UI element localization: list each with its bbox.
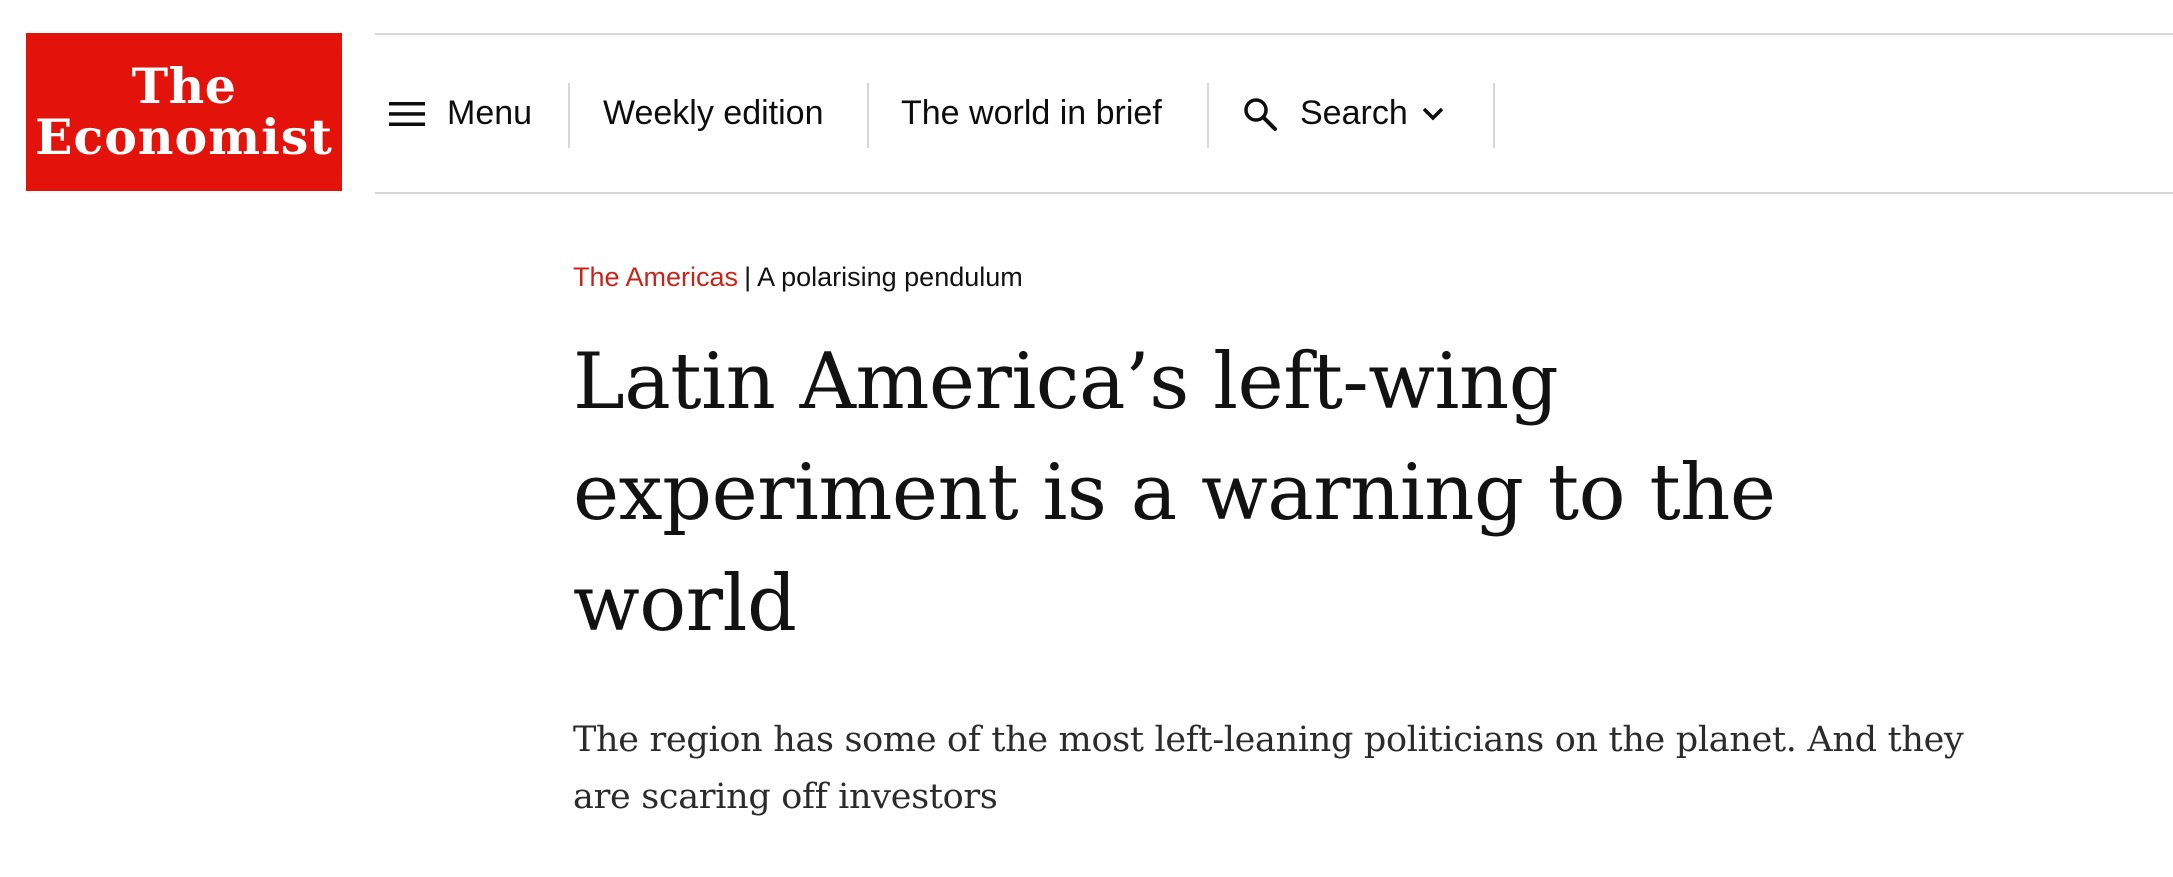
menu-button[interactable]: Menu — [389, 35, 532, 192]
logo-line-economist: Economist — [35, 108, 333, 166]
kicker-separator: | — [744, 262, 752, 292]
nav-divider — [867, 83, 869, 148]
chevron-down-icon — [1422, 107, 1443, 120]
top-navigation: Menu Weekly edition The world in brief S… — [375, 33, 2173, 194]
world-in-brief-link[interactable]: The world in brief — [901, 35, 1162, 192]
weekly-edition-link[interactable]: Weekly edition — [603, 35, 824, 192]
article-header: The Americas | A polarising pendulum Latin… — [573, 255, 2023, 861]
search-icon — [1244, 97, 1277, 131]
menu-label: Menu — [447, 94, 533, 132]
rubric: A polarising pendulum — [757, 262, 1023, 292]
search-button[interactable]: Search — [1242, 35, 1444, 192]
search-label: Search — [1300, 94, 1408, 132]
nav-divider — [568, 83, 570, 148]
section-link[interactable]: The Americas — [573, 262, 738, 292]
article-headline: Latin America’s left-wing experiment is … — [573, 337, 1776, 649]
logo-line-the: The — [131, 57, 237, 115]
hamburger-icon — [389, 101, 425, 126]
weekly-edition-label: Weekly edition — [603, 94, 824, 132]
article-standfirst: The region has some of the most left-lea… — [573, 720, 1964, 817]
world-in-brief-label: The world in brief — [901, 94, 1162, 132]
article-kicker: The Americas | A polarising pendulum — [573, 255, 2023, 299]
nav-divider — [1493, 83, 1495, 148]
nav-divider — [1207, 83, 1209, 148]
economist-logo[interactable]: The Economist — [26, 33, 342, 191]
